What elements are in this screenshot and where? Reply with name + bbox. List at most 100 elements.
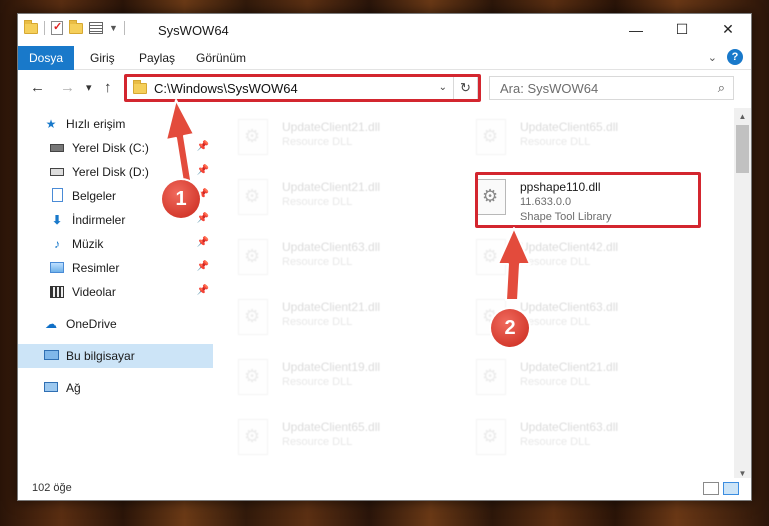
large-icons-view-icon[interactable]: [723, 482, 739, 495]
file-name: UpdateClient65.dll: [520, 120, 619, 134]
file-name: UpdateClient21.dll: [282, 120, 381, 134]
window-controls: — ☐ ✕: [613, 14, 751, 45]
file-description: Resource DLL: [282, 376, 353, 388]
sidebar-item-this-pc[interactable]: Bu bilgisayar: [18, 344, 213, 368]
minimize-button[interactable]: —: [613, 14, 659, 45]
file-name: UpdateClient63.dll: [520, 420, 619, 434]
network-icon: [44, 382, 58, 392]
tab-view[interactable]: Görünüm: [196, 46, 246, 70]
file-highlight-box: [475, 172, 701, 228]
file-item[interactable]: UpdateClient65.dll Resource DLL: [470, 113, 706, 163]
new-folder-icon[interactable]: [69, 19, 83, 34]
pin-icon[interactable]: 📌: [197, 237, 209, 248]
file-item[interactable]: UpdateClient21.dll Resource DLL: [470, 353, 706, 403]
file-name: UpdateClient21.dll: [282, 300, 381, 314]
pin-icon[interactable]: 📌: [197, 141, 209, 152]
star-icon: ★: [45, 117, 57, 131]
sidebar-item-onedrive[interactable]: ☁ OneDrive: [18, 312, 213, 336]
search-icon[interactable]: ⌕: [718, 80, 725, 96]
dll-file-icon: [238, 359, 268, 395]
document-icon-wrap: [48, 188, 66, 204]
pictures-icon: [50, 262, 64, 273]
sidebar-item-label: Bu bilgisayar: [66, 349, 135, 363]
details-view-icon[interactable]: [703, 482, 719, 495]
forward-button[interactable]: →: [60, 79, 75, 96]
sidebar-item-quick-access[interactable]: ★ Hızlı erişim: [18, 112, 213, 136]
separator: [123, 21, 125, 35]
sidebar-item-label: OneDrive: [66, 317, 117, 331]
scroll-up-arrow-icon[interactable]: ▲: [734, 108, 751, 125]
qat-dropdown-icon[interactable]: ▼: [109, 23, 118, 33]
search-placeholder[interactable]: Ara: SysWOW64: [500, 81, 598, 96]
dll-file-icon: [238, 419, 268, 455]
file-description: Resource DLL: [520, 316, 591, 328]
videos-icon: [50, 286, 64, 298]
dll-file-icon: [238, 179, 268, 215]
music-icon: ♪: [54, 237, 60, 251]
folder-icon: [24, 19, 38, 34]
file-item[interactable]: UpdateClient63.dll Resource DLL: [232, 233, 468, 283]
file-name: UpdateClient63.dll: [282, 240, 381, 254]
file-name: UpdateClient42.dll: [520, 240, 619, 254]
search-box[interactable]: Ara: SysWOW64 ⌕: [489, 76, 734, 100]
file-description: Resource DLL: [282, 136, 353, 148]
file-description: Resource DLL: [282, 436, 353, 448]
cloud-icon: ☁: [45, 317, 57, 331]
tab-file[interactable]: Dosya: [18, 46, 74, 70]
properties-check-icon[interactable]: [51, 20, 63, 35]
sidebar-item-local-disk-c[interactable]: Yerel Disk (C:) 📌: [18, 136, 213, 160]
expand-ribbon-chevron-icon[interactable]: ⌄: [708, 51, 717, 64]
file-item[interactable]: UpdateClient65.dll Resource DLL: [232, 413, 468, 463]
close-button[interactable]: ✕: [705, 14, 751, 45]
file-description: Resource DLL: [282, 256, 353, 268]
scrollbar-thumb[interactable]: [736, 125, 749, 173]
file-description: Resource DLL: [520, 376, 591, 388]
network-icon-wrap: [42, 380, 60, 396]
recent-locations-button[interactable]: ▾: [86, 81, 92, 94]
dll-file-icon: [476, 119, 506, 155]
file-description: Resource DLL: [520, 436, 591, 448]
tab-share[interactable]: Paylaş: [139, 46, 175, 70]
file-item[interactable]: UpdateClient63.dll Resource DLL: [470, 413, 706, 463]
pin-icon[interactable]: 📌: [197, 285, 209, 296]
help-icon[interactable]: ?: [727, 49, 743, 65]
file-item[interactable]: UpdateClient21.dll Resource DLL: [232, 173, 468, 223]
file-item[interactable]: UpdateClient21.dll Resource DLL: [232, 293, 468, 343]
sidebar-item-music[interactable]: ♪ Müzik 📌: [18, 232, 213, 256]
file-item[interactable]: UpdateClient42.dll Resource DLL: [470, 233, 706, 283]
file-item[interactable]: UpdateClient21.dll Resource DLL: [232, 113, 468, 163]
title-bar: ▼ SysWOW64 — ☐ ✕: [18, 14, 751, 46]
tab-home[interactable]: Giriş: [90, 46, 115, 70]
dll-file-icon: [238, 119, 268, 155]
sidebar-item-pictures[interactable]: Resimler 📌: [18, 256, 213, 280]
pin-icon[interactable]: 📌: [197, 261, 209, 272]
sidebar-item-network[interactable]: Ağ: [18, 376, 213, 400]
pin-icon[interactable]: 📌: [197, 213, 209, 224]
navigation-bar: ← → ▾ ↑ C:\Windows\SysWOW64 ⌄ ↻ Ara: Sys…: [18, 72, 751, 104]
view-buttons: [703, 482, 739, 495]
file-name: UpdateClient19.dll: [282, 360, 381, 374]
sidebar-item-label: Yerel Disk (C:): [72, 141, 149, 155]
file-name: UpdateClient63.dll: [520, 300, 619, 314]
sidebar-item-videos[interactable]: Videolar 📌: [18, 280, 213, 304]
file-name: UpdateClient65.dll: [282, 420, 381, 434]
download-icon: ⬇: [51, 213, 63, 227]
up-button[interactable]: ↑: [104, 79, 112, 96]
file-item[interactable]: UpdateClient19.dll Resource DLL: [232, 353, 468, 403]
status-bar: 102 öğe: [18, 478, 751, 500]
back-button[interactable]: ←: [30, 79, 45, 96]
customize-icon[interactable]: [89, 22, 103, 34]
maximize-button[interactable]: ☐: [659, 14, 705, 45]
quick-access-toolbar: ▼: [24, 19, 125, 35]
file-description: Resource DLL: [282, 196, 353, 208]
pin-icon[interactable]: 📌: [197, 165, 209, 176]
drive-icon: [50, 168, 64, 176]
sidebar-item-label: Yerel Disk (D:): [72, 165, 149, 179]
file-list: UpdateClient21.dll Resource DLL UpdateCl…: [226, 108, 730, 482]
sidebar-item-label: Videolar: [72, 285, 116, 299]
sidebar-item-label: Resimler: [72, 261, 120, 275]
videos-icon-wrap: [48, 284, 66, 300]
sidebar-item-label: Müzik: [72, 237, 104, 251]
dll-file-icon: [238, 239, 268, 275]
vertical-scrollbar[interactable]: ▲ ▼: [734, 108, 751, 482]
